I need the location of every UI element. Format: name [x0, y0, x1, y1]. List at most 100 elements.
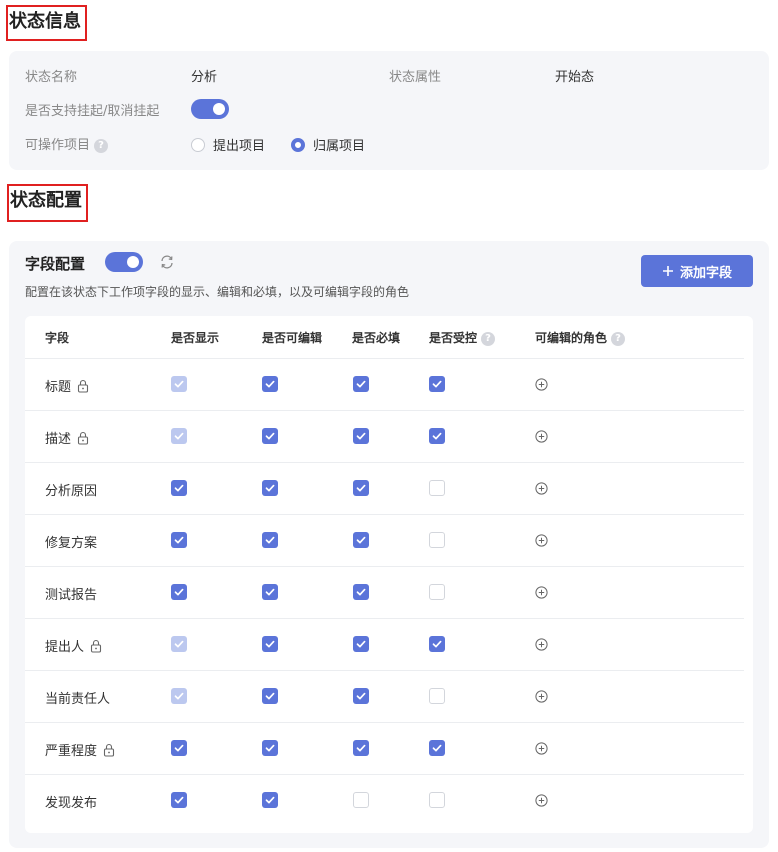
- checkbox-controlled[interactable]: [429, 532, 445, 548]
- status-attr-label: 状态属性: [389, 70, 442, 85]
- checkbox-editable[interactable]: [262, 792, 278, 808]
- table-row: 提出人: [25, 618, 744, 670]
- field-name: 发现发布: [45, 796, 98, 811]
- checkbox-required[interactable]: [353, 532, 369, 548]
- checkbox-required[interactable]: [353, 792, 369, 808]
- table-row: 分析原因: [25, 462, 744, 514]
- checkbox-required[interactable]: [353, 480, 369, 496]
- table-row: 发现发布: [25, 774, 744, 826]
- checkbox-required[interactable]: [353, 584, 369, 600]
- help-icon[interactable]: ?: [481, 331, 496, 346]
- checkbox-required[interactable]: [353, 688, 369, 704]
- lock-icon: [77, 379, 89, 393]
- field-name: 当前责任人: [45, 692, 111, 707]
- field-config-panel: 字段配置 配置在该状态下工作项字段的显示、编辑和必填，以及可编辑字段的角色 添加…: [9, 241, 769, 848]
- checkbox-editable[interactable]: [262, 584, 278, 600]
- radio-circle-selected[interactable]: [291, 137, 305, 152]
- table-row: 当前责任人: [25, 670, 744, 722]
- plus-circle-icon[interactable]: [535, 742, 548, 755]
- col-field: 字段: [45, 331, 70, 345]
- checkbox-required[interactable]: [353, 376, 369, 392]
- table-row: 测试报告: [25, 566, 744, 618]
- add-field-button[interactable]: 添加字段: [641, 255, 753, 287]
- checkbox-show: [171, 688, 187, 704]
- checkbox-show: [171, 376, 187, 392]
- status-name-label: 状态名称: [25, 70, 78, 85]
- field-name: 标题: [45, 376, 89, 395]
- col-required: 是否必填: [352, 331, 401, 345]
- field-config-toggle[interactable]: [105, 252, 143, 272]
- checkbox-editable[interactable]: [262, 428, 278, 444]
- plus-circle-icon[interactable]: [535, 638, 548, 651]
- checkbox-required[interactable]: [353, 428, 369, 444]
- field-config-description: 配置在该状态下工作项字段的显示、编辑和必填，以及可编辑字段的角色: [25, 285, 410, 299]
- status-attr-value: 开始态: [555, 70, 595, 85]
- radio-propose-project[interactable]: 提出项目: [191, 135, 265, 154]
- checkbox-show[interactable]: [171, 532, 187, 548]
- table-row: 严重程度: [25, 722, 744, 774]
- checkbox-controlled[interactable]: [429, 376, 445, 392]
- plus-circle-icon[interactable]: [535, 794, 548, 807]
- checkbox-editable[interactable]: [262, 636, 278, 652]
- checkbox-show[interactable]: [171, 792, 187, 808]
- field-name: 严重程度: [45, 740, 115, 759]
- plus-circle-icon[interactable]: [535, 482, 548, 495]
- help-icon[interactable]: ?: [611, 331, 626, 346]
- checkbox-controlled[interactable]: [429, 584, 445, 600]
- checkbox-show[interactable]: [171, 584, 187, 600]
- field-name: 测试报告: [45, 588, 98, 603]
- refresh-icon[interactable]: [158, 253, 176, 271]
- checkbox-controlled[interactable]: [429, 636, 445, 652]
- field-name: 修复方案: [45, 536, 98, 551]
- col-editable: 是否可编辑: [262, 331, 323, 345]
- field-name: 分析原因: [45, 484, 98, 499]
- checkbox-editable[interactable]: [262, 532, 278, 548]
- plus-circle-icon[interactable]: [535, 430, 548, 443]
- col-controlled: 是否受控?: [429, 329, 496, 346]
- checkbox-editable[interactable]: [262, 740, 278, 756]
- checkbox-editable[interactable]: [262, 376, 278, 392]
- section-title-status-config: 状态配置: [7, 184, 88, 222]
- field-config-title: 字段配置: [25, 255, 86, 273]
- checkbox-show[interactable]: [171, 480, 187, 496]
- plus-circle-icon[interactable]: [535, 534, 548, 547]
- plus-circle-icon[interactable]: [535, 378, 548, 391]
- field-table: 字段 是否显示 是否可编辑 是否必填 是否受控? 可编辑的角色? 标题描述分析原…: [25, 316, 753, 833]
- checkbox-controlled[interactable]: [429, 792, 445, 808]
- checkbox-controlled[interactable]: [429, 740, 445, 756]
- checkbox-controlled[interactable]: [429, 428, 445, 444]
- checkbox-required[interactable]: [353, 740, 369, 756]
- suspend-toggle[interactable]: [191, 99, 229, 119]
- plus-circle-icon[interactable]: [535, 690, 548, 703]
- lock-icon: [103, 743, 115, 757]
- checkbox-show: [171, 636, 187, 652]
- operable-label: 可操作项目?: [25, 134, 109, 153]
- help-icon[interactable]: ?: [94, 138, 109, 153]
- field-name: 提出人: [45, 636, 102, 655]
- checkbox-show[interactable]: [171, 740, 187, 756]
- plus-circle-icon[interactable]: [535, 586, 548, 599]
- table-header: 字段 是否显示 是否可编辑 是否必填 是否受控? 可编辑的角色?: [25, 316, 753, 358]
- table-row: 描述: [25, 410, 744, 462]
- status-info-panel: 状态名称 分析 状态属性 开始态 是否支持挂起/取消挂起 可操作项目? 提出项目…: [9, 51, 769, 170]
- checkbox-controlled[interactable]: [429, 480, 445, 496]
- section-title-status-info: 状态信息: [6, 5, 87, 41]
- status-name-value: 分析: [191, 70, 218, 85]
- checkbox-show: [171, 428, 187, 444]
- radio-label: 提出项目: [213, 139, 266, 154]
- radio-label: 归属项目: [313, 139, 366, 154]
- radio-belong-project[interactable]: 归属项目: [291, 135, 365, 154]
- checkbox-required[interactable]: [353, 636, 369, 652]
- lock-icon: [77, 431, 89, 445]
- field-name: 描述: [45, 428, 89, 447]
- col-editable-roles: 可编辑的角色?: [535, 329, 626, 346]
- radio-circle[interactable]: [191, 137, 205, 152]
- table-row: 修复方案: [25, 514, 744, 566]
- suspend-label: 是否支持挂起/取消挂起: [25, 104, 160, 119]
- table-row: 标题: [25, 358, 744, 410]
- checkbox-editable[interactable]: [262, 688, 278, 704]
- col-show: 是否显示: [171, 331, 220, 345]
- checkbox-editable[interactable]: [262, 480, 278, 496]
- checkbox-controlled[interactable]: [429, 688, 445, 704]
- plus-icon: [662, 266, 673, 276]
